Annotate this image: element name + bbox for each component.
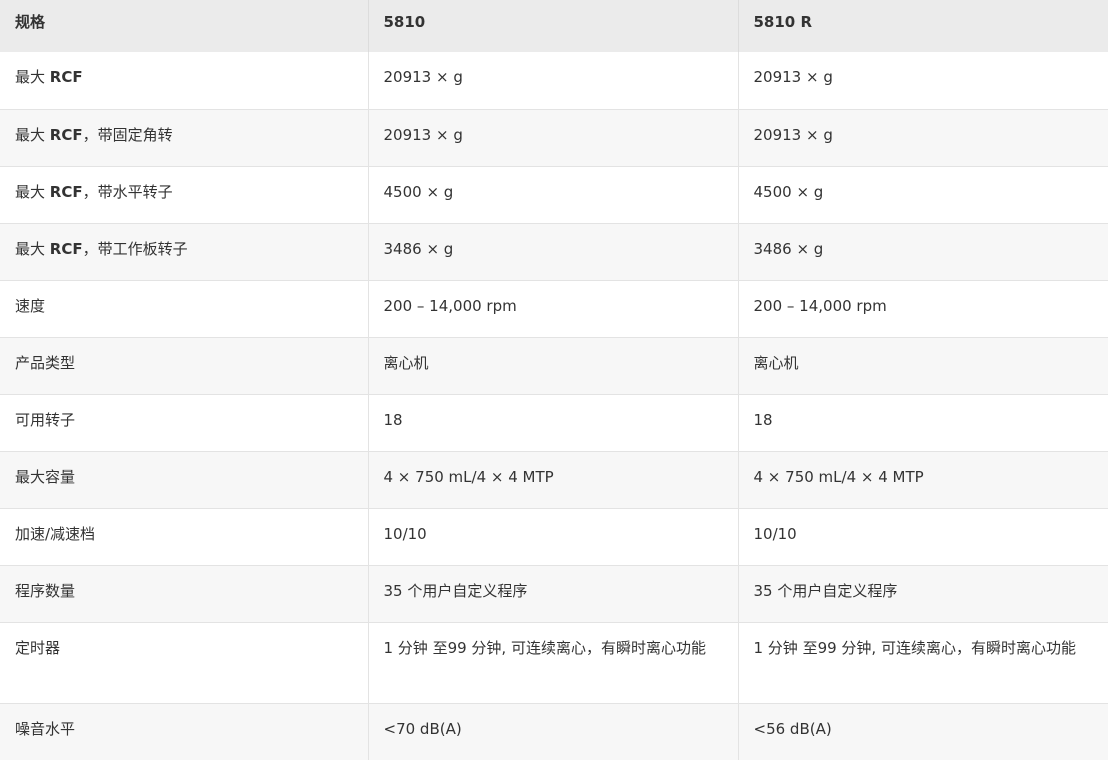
row-label-prefix: 最大 bbox=[15, 239, 50, 258]
value-5810r: 35 个用户自定义程序 bbox=[738, 565, 1108, 623]
row-label: 产品类型 bbox=[0, 337, 369, 395]
row-label: 最大容量 bbox=[0, 451, 369, 509]
value-5810: 18 bbox=[368, 394, 739, 452]
value-5810r: 4500 × g bbox=[738, 166, 1108, 224]
row-label-suffix: ，带水平转子 bbox=[82, 182, 173, 201]
row-label: 最大 RCF，带固定角转 bbox=[0, 109, 369, 167]
row-label-prefix: 最大容量 bbox=[15, 467, 76, 486]
row-label-prefix: 噪音水平 bbox=[15, 719, 76, 738]
row-label-prefix: 最大 bbox=[15, 125, 50, 144]
row-label-suffix: ，带固定角转 bbox=[82, 125, 173, 144]
table-row: 噪音水平 <70 dB(A) <56 dB(A) bbox=[0, 703, 1108, 760]
row-label-bold: RCF bbox=[49, 68, 83, 86]
table-row: 最大 RCF，带工作板转子 3486 × g 3486 × g bbox=[0, 223, 1108, 281]
value-5810: 3486 × g bbox=[368, 223, 739, 281]
row-label: 定时器 bbox=[0, 622, 369, 704]
value-5810r: 18 bbox=[738, 394, 1108, 452]
row-label-prefix: 产品类型 bbox=[15, 353, 76, 372]
spec-table-header-row: 规格 5810 5810 R bbox=[0, 0, 1108, 52]
value-5810: 20913 × g bbox=[368, 52, 739, 110]
row-label-prefix: 速度 bbox=[15, 296, 46, 315]
row-label-prefix: 最大 bbox=[15, 182, 50, 201]
row-label-bold: RCF bbox=[49, 182, 83, 201]
row-label-prefix: 可用转子 bbox=[15, 410, 76, 429]
value-5810r: 4 × 750 mL/4 × 4 MTP bbox=[738, 451, 1108, 509]
row-label: 可用转子 bbox=[0, 394, 369, 452]
value-5810: 35 个用户自定义程序 bbox=[368, 565, 739, 623]
value-5810r: 200 – 14,000 rpm bbox=[738, 280, 1108, 338]
row-label-prefix: 程序数量 bbox=[15, 581, 76, 600]
value-5810r: 20913 × g bbox=[738, 52, 1108, 110]
value-5810r: 20913 × g bbox=[738, 109, 1108, 167]
value-5810: 4500 × g bbox=[368, 166, 739, 224]
value-5810: 20913 × g bbox=[368, 109, 739, 167]
table-row: 加速/减速档 10/10 10/10 bbox=[0, 508, 1108, 566]
row-label-prefix: 定时器 bbox=[15, 638, 61, 657]
table-row: 产品类型 离心机 离心机 bbox=[0, 337, 1108, 395]
header-spec: 规格 bbox=[0, 0, 369, 52]
header-model-5810r: 5810 R bbox=[738, 0, 1108, 52]
row-label-bold: RCF bbox=[49, 125, 83, 144]
value-5810r: 离心机 bbox=[738, 337, 1108, 395]
value-5810: 10/10 bbox=[368, 508, 739, 566]
row-label: 加速/减速档 bbox=[0, 508, 369, 566]
row-label-prefix: 最大 bbox=[15, 68, 50, 86]
table-row: 最大 RCF，带水平转子 4500 × g 4500 × g bbox=[0, 166, 1108, 224]
table-row: 最大 RCF 20913 × g 20913 × g bbox=[0, 52, 1108, 110]
value-5810: <70 dB(A) bbox=[368, 703, 739, 760]
row-label: 速度 bbox=[0, 280, 369, 338]
row-label: 最大 RCF bbox=[0, 52, 369, 110]
table-row: 可用转子 18 18 bbox=[0, 394, 1108, 452]
row-label-suffix: ，带工作板转子 bbox=[82, 239, 188, 258]
row-label: 噪音水平 bbox=[0, 703, 369, 760]
row-label: 最大 RCF，带工作板转子 bbox=[0, 223, 369, 281]
value-5810r: 1 分钟 至99 分钟, 可连续离心，有瞬时离心功能 bbox=[738, 622, 1108, 704]
table-row: 速度 200 – 14,000 rpm 200 – 14,000 rpm bbox=[0, 280, 1108, 338]
table-row: 最大容量 4 × 750 mL/4 × 4 MTP 4 × 750 mL/4 ×… bbox=[0, 451, 1108, 509]
table-row: 定时器 1 分钟 至99 分钟, 可连续离心，有瞬时离心功能 1 分钟 至99 … bbox=[0, 622, 1108, 704]
row-label: 程序数量 bbox=[0, 565, 369, 623]
value-5810: 离心机 bbox=[368, 337, 739, 395]
row-label-prefix: 加速/减速档 bbox=[15, 524, 96, 543]
value-5810: 200 – 14,000 rpm bbox=[368, 280, 739, 338]
value-5810: 4 × 750 mL/4 × 4 MTP bbox=[368, 451, 739, 509]
value-5810r: 10/10 bbox=[738, 508, 1108, 566]
row-label: 最大 RCF，带水平转子 bbox=[0, 166, 369, 224]
table-row: 最大 RCF，带固定角转 20913 × g 20913 × g bbox=[0, 109, 1108, 167]
header-model-5810: 5810 bbox=[368, 0, 739, 52]
value-5810r: <56 dB(A) bbox=[738, 703, 1108, 760]
spec-table: 规格 5810 5810 R 最大 RCF 20913 × g 20913 × … bbox=[0, 0, 1108, 760]
table-row: 程序数量 35 个用户自定义程序 35 个用户自定义程序 bbox=[0, 565, 1108, 623]
value-5810r: 3486 × g bbox=[738, 223, 1108, 281]
value-5810: 1 分钟 至99 分钟, 可连续离心，有瞬时离心功能 bbox=[368, 622, 739, 704]
row-label-bold: RCF bbox=[49, 239, 83, 258]
